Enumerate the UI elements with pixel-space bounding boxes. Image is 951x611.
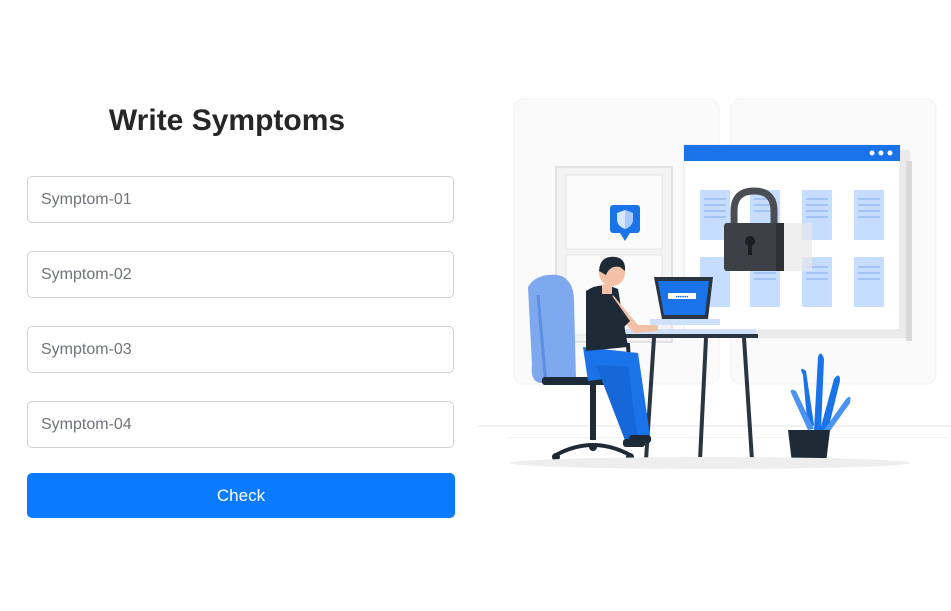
ground-shadow (510, 457, 910, 469)
check-button[interactable]: Check (27, 473, 455, 518)
symptom-input-1[interactable] (27, 176, 454, 223)
page: Write Symptoms Check (0, 0, 951, 611)
symptom-form: Write Symptoms Check (27, 96, 455, 518)
symptom-input-3[interactable] (27, 326, 454, 373)
page-title: Write Symptoms (108, 104, 346, 137)
symptom-input-2[interactable] (27, 251, 454, 298)
symptom-input-4[interactable] (27, 401, 454, 448)
password-mask-text: •••••• (676, 295, 689, 301)
security-illustration: •••••• (478, 98, 951, 469)
title-wrap: Write Symptoms (27, 96, 427, 148)
